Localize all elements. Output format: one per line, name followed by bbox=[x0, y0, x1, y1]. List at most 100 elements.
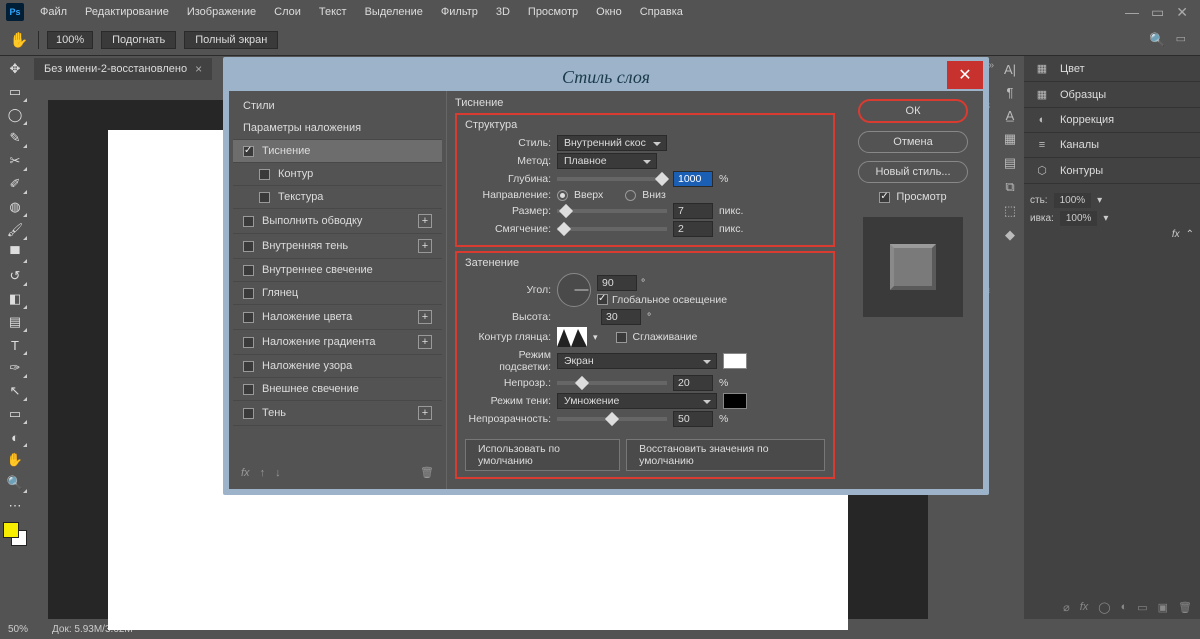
zoom-tool[interactable]: 🔍 bbox=[2, 472, 28, 494]
outerglow-checkbox[interactable] bbox=[243, 384, 254, 395]
marquee-tool[interactable]: ▭ bbox=[2, 81, 28, 103]
fullscreen-button[interactable]: Полный экран bbox=[184, 31, 278, 49]
styles-header[interactable]: Стили bbox=[233, 95, 442, 117]
stamp-tool[interactable]: ▀ bbox=[2, 242, 28, 264]
menu-file[interactable]: Файл bbox=[32, 3, 75, 21]
highlight-mode-dropdown[interactable]: Экран bbox=[557, 353, 717, 369]
dialog-close-button[interactable]: ✕ bbox=[947, 61, 983, 89]
folder-icon[interactable]: ▭ bbox=[1137, 601, 1147, 614]
eraser-tool[interactable]: ◧ bbox=[2, 288, 28, 310]
menu-edit[interactable]: Редактирование bbox=[77, 3, 177, 21]
direction-down-radio[interactable] bbox=[625, 190, 636, 201]
altitude-input[interactable]: 30 bbox=[601, 309, 641, 325]
quick-select-tool[interactable]: ✎ bbox=[2, 127, 28, 149]
zoom-level[interactable]: 100% bbox=[47, 31, 93, 49]
satin-checkbox[interactable] bbox=[243, 288, 254, 299]
maximize-icon[interactable]: ▭ bbox=[1151, 4, 1164, 21]
move-tool[interactable]: ✥ bbox=[2, 58, 28, 80]
style-dropdown[interactable]: Внутренний скос bbox=[557, 135, 667, 151]
contour-item[interactable]: Контур bbox=[233, 163, 442, 186]
nav-panel-icon[interactable]: ▤ bbox=[1004, 155, 1016, 171]
adjustments-panel-tab[interactable]: ◐Коррекция bbox=[1024, 108, 1200, 133]
dropshadow-checkbox[interactable] bbox=[243, 408, 254, 419]
clone-panel-icon[interactable]: ⧉ bbox=[1005, 179, 1014, 195]
fx-icon[interactable]: fx bbox=[1080, 601, 1089, 613]
move-down-icon[interactable]: ↓ bbox=[275, 467, 281, 479]
heal-tool[interactable]: ◍ bbox=[2, 196, 28, 218]
add-stroke-icon[interactable]: + bbox=[418, 214, 432, 228]
size-slider[interactable] bbox=[557, 209, 667, 213]
highlight-opacity-input[interactable]: 20 bbox=[673, 375, 713, 391]
color-swatch[interactable] bbox=[3, 522, 27, 546]
drop-shadow-item[interactable]: Тень+ bbox=[233, 401, 442, 426]
hand-tool[interactable]: ✋ bbox=[2, 449, 28, 471]
dodge-tool[interactable]: ◐ bbox=[2, 426, 28, 448]
gradoverlay-checkbox[interactable] bbox=[243, 337, 254, 348]
minimize-icon[interactable]: — bbox=[1125, 4, 1139, 21]
swatches-panel-tab[interactable]: ▦Образцы bbox=[1024, 82, 1200, 108]
method-dropdown[interactable]: Плавное bbox=[557, 153, 657, 169]
hand-tool-icon[interactable]: ✋ bbox=[8, 29, 30, 51]
dialog-titlebar[interactable]: Стиль слоя ✕ bbox=[229, 63, 983, 91]
crop-tool[interactable]: ✂ bbox=[2, 150, 28, 172]
preview-checkbox[interactable] bbox=[879, 192, 890, 203]
menu-help[interactable]: Справка bbox=[632, 3, 691, 21]
coloroverlay-checkbox[interactable] bbox=[243, 312, 254, 323]
lasso-tool[interactable]: ◯ bbox=[2, 104, 28, 126]
trash-icon[interactable]: 🗑 bbox=[1178, 601, 1192, 614]
search-icon[interactable]: 🔍 bbox=[1149, 32, 1165, 48]
shape-tool[interactable]: ▭ bbox=[2, 403, 28, 425]
innershadow-checkbox[interactable] bbox=[243, 241, 254, 252]
path-select-tool[interactable]: ↖ bbox=[2, 380, 28, 402]
gloss-contour-picker[interactable] bbox=[557, 327, 587, 347]
history-brush-tool[interactable]: ↺ bbox=[2, 265, 28, 287]
gradient-overlay-item[interactable]: Наложение градиента+ bbox=[233, 330, 442, 355]
type-tool[interactable]: T bbox=[2, 334, 28, 356]
fill-value[interactable]: 100% bbox=[1060, 211, 1098, 226]
texture-item[interactable]: Текстура bbox=[233, 186, 442, 209]
stroke-checkbox[interactable] bbox=[243, 216, 254, 227]
blending-options-item[interactable]: Параметры наложения bbox=[233, 117, 442, 140]
color-panel-tab[interactable]: ▦Цвет bbox=[1024, 56, 1200, 82]
bevel-checkbox[interactable] bbox=[243, 146, 254, 157]
info-panel-icon[interactable]: ▦ bbox=[1004, 131, 1016, 147]
texture-checkbox[interactable] bbox=[259, 192, 270, 203]
move-up-icon[interactable]: ↑ bbox=[260, 467, 266, 479]
paragraph-panel-icon[interactable]: ¶ bbox=[1007, 85, 1014, 100]
angle-dial[interactable] bbox=[557, 273, 591, 307]
contour-checkbox[interactable] bbox=[259, 169, 270, 180]
highlight-opacity-slider[interactable] bbox=[557, 381, 667, 385]
layers-panel-icon[interactable]: ◆ bbox=[1005, 227, 1015, 243]
gradient-tool[interactable]: ▤ bbox=[2, 311, 28, 333]
add-coloroverlay-icon[interactable]: + bbox=[418, 310, 432, 324]
shadow-opacity-input[interactable]: 50 bbox=[673, 411, 713, 427]
color-overlay-item[interactable]: Наложение цвета+ bbox=[233, 305, 442, 330]
eyedropper-tool[interactable]: ✐ bbox=[2, 173, 28, 195]
bevel-emboss-item[interactable]: Тиснение bbox=[233, 140, 442, 163]
char-panel-icon[interactable]: A| bbox=[1004, 62, 1016, 77]
close-icon[interactable]: ✕ bbox=[1176, 4, 1188, 21]
flyout-icon[interactable]: ▭ bbox=[1176, 32, 1186, 48]
new-style-button[interactable]: Новый стиль... bbox=[858, 161, 968, 183]
edit-toolbar[interactable]: ⋯ bbox=[2, 495, 28, 517]
inner-shadow-item[interactable]: Внутренняя тень+ bbox=[233, 234, 442, 259]
menu-select[interactable]: Выделение bbox=[357, 3, 431, 21]
make-default-button[interactable]: Использовать по умолчанию bbox=[465, 439, 620, 471]
global-light-checkbox[interactable] bbox=[597, 294, 608, 305]
new-layer-icon[interactable]: ▣ bbox=[1158, 601, 1168, 614]
adj-layer-icon[interactable]: ◐ bbox=[1121, 601, 1128, 613]
depth-input[interactable]: 1000 bbox=[673, 171, 713, 187]
inner-glow-item[interactable]: Внутреннее свечение bbox=[233, 259, 442, 282]
link-icon[interactable]: ⌀ bbox=[1063, 601, 1070, 614]
innerglow-checkbox[interactable] bbox=[243, 265, 254, 276]
depth-slider[interactable] bbox=[557, 177, 667, 181]
shadow-opacity-slider[interactable] bbox=[557, 417, 667, 421]
document-tab[interactable]: Без имени-2-восстановлено × bbox=[34, 58, 212, 80]
ok-button[interactable]: ОК bbox=[858, 99, 968, 123]
delete-style-icon[interactable]: 🗑 bbox=[420, 466, 434, 479]
menu-layers[interactable]: Слои bbox=[266, 3, 309, 21]
menu-3d[interactable]: 3D bbox=[488, 3, 518, 21]
fx-menu-icon[interactable]: fx bbox=[241, 467, 250, 479]
soften-slider[interactable] bbox=[557, 227, 667, 231]
fit-screen-button[interactable]: Подогнать bbox=[101, 31, 176, 49]
